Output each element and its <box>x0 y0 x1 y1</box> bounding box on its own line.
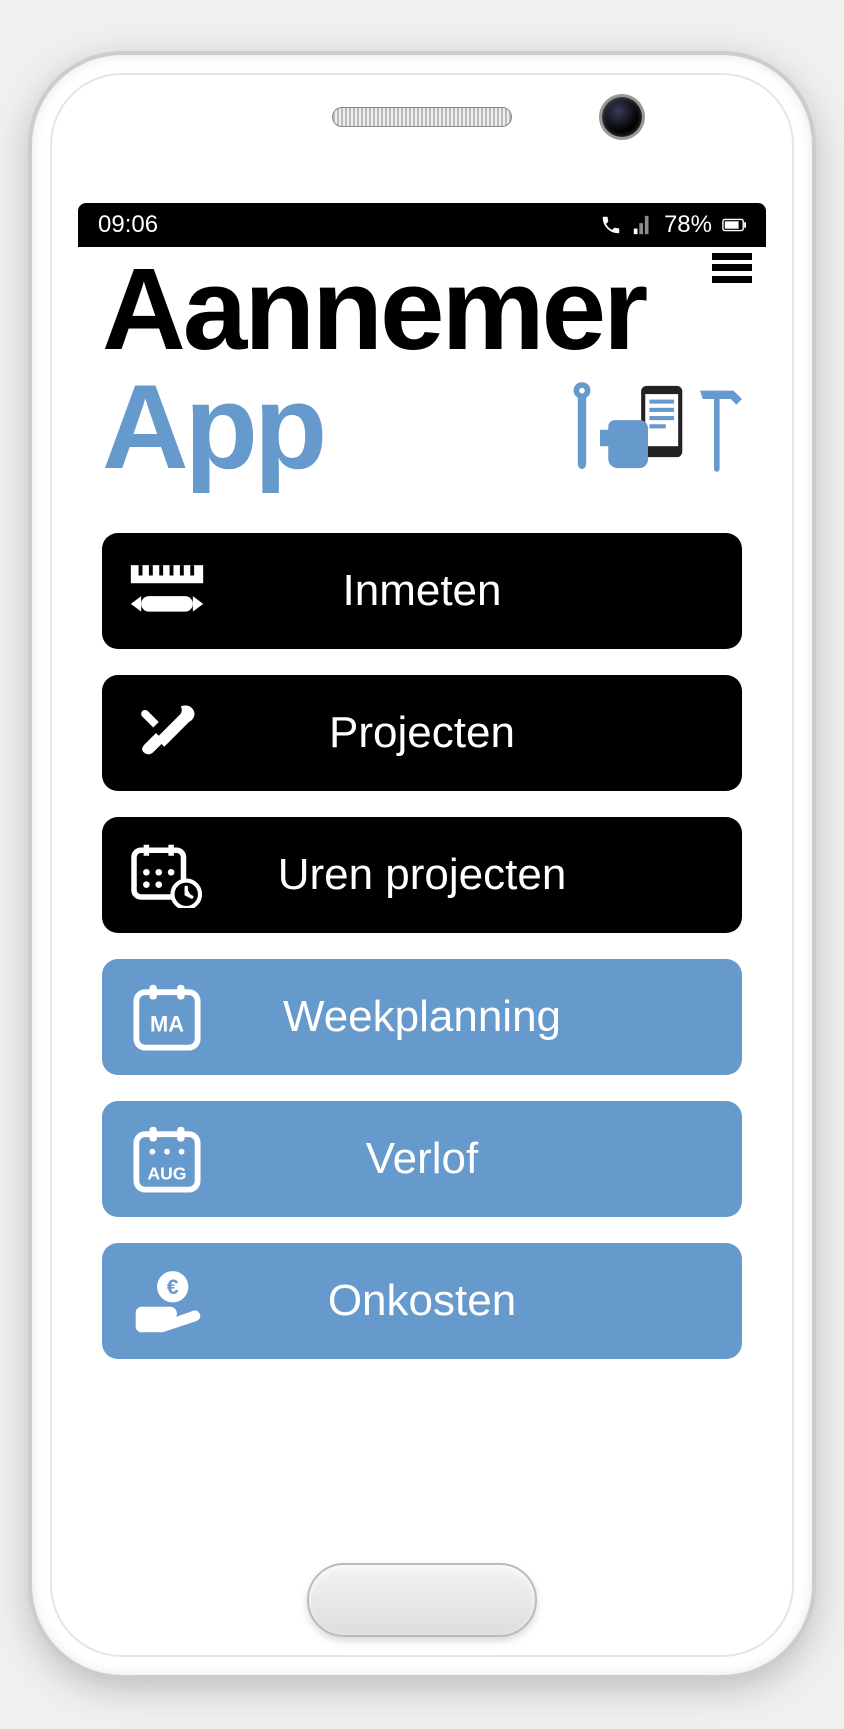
hammer-icon <box>700 382 742 472</box>
calendar-ma-icon: MA <box>102 982 232 1052</box>
battery-text: 78% <box>664 211 712 239</box>
tools-icon <box>102 700 232 766</box>
menu-item-projecten[interactable]: Projecten <box>102 675 742 791</box>
ruler-pencil-icon <box>102 560 232 622</box>
home-button[interactable] <box>307 1563 537 1637</box>
app-header: Aannemer App <box>78 247 766 513</box>
wrench-icon <box>568 382 596 472</box>
front-camera <box>602 97 642 137</box>
menu-item-onkosten[interactable]: € Onkosten <box>102 1243 742 1359</box>
menu-label: Uren projecten <box>232 850 742 900</box>
logo-illustration <box>568 382 742 472</box>
menu-label: Weekplanning <box>232 992 742 1042</box>
battery-icon <box>722 217 746 233</box>
status-time: 09:06 <box>98 211 158 239</box>
menu-label: Onkosten <box>232 1276 742 1326</box>
svg-text:MA: MA <box>150 1011 184 1036</box>
menu-item-uren-projecten[interactable]: Uren projecten <box>102 817 742 933</box>
menu-label: Verlof <box>232 1134 742 1184</box>
main-menu: Inmeten Projecten <box>78 513 766 1359</box>
menu-label: Inmeten <box>232 566 742 616</box>
wifi-call-icon <box>600 214 622 236</box>
signal-icon <box>632 214 654 236</box>
logo-line2: App <box>102 367 323 487</box>
menu-item-verlof[interactable]: AUG Verlof <box>102 1101 742 1217</box>
hand-euro-icon: € <box>102 1269 232 1333</box>
menu-label: Projecten <box>232 708 742 758</box>
phone-frame: 09:06 78% Aannemer App <box>32 55 812 1675</box>
logo-line1: Aannemer <box>102 251 742 367</box>
svg-text:AUG: AUG <box>148 1163 187 1183</box>
svg-text:€: € <box>167 1274 179 1298</box>
calendar-clock-icon <box>102 842 232 908</box>
hamburger-menu-button[interactable] <box>712 253 752 283</box>
calendar-aug-icon: AUG <box>102 1124 232 1194</box>
speaker-grill <box>332 107 512 127</box>
menu-item-inmeten[interactable]: Inmeten <box>102 533 742 649</box>
status-bar: 09:06 78% <box>78 203 766 247</box>
menu-item-weekplanning[interactable]: MA Weekplanning <box>102 959 742 1075</box>
hand-phone-icon <box>600 382 696 472</box>
